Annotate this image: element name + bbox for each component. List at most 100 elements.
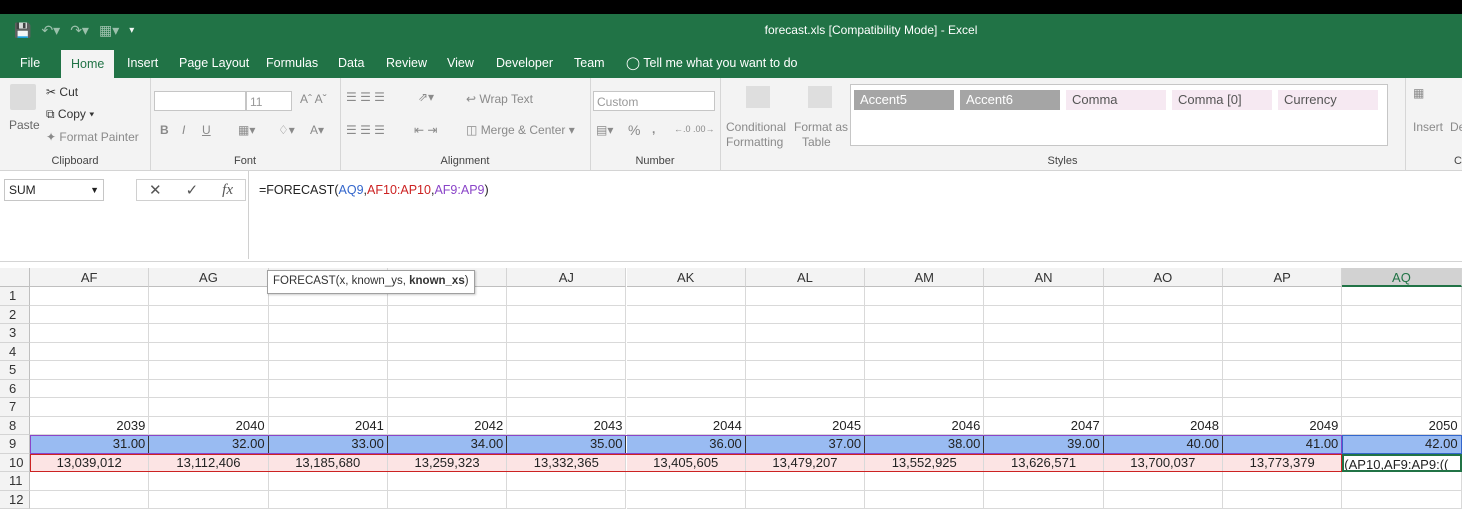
cell-am12[interactable] xyxy=(865,490,985,509)
cell-am5[interactable] xyxy=(865,361,985,380)
fill-color-icon[interactable]: ♢▾ xyxy=(278,123,295,137)
cell-ah8[interactable]: 2041 xyxy=(268,416,388,435)
cell-aj4[interactable] xyxy=(507,342,627,361)
cell-ap3[interactable] xyxy=(1223,324,1343,343)
cell-am8[interactable]: 2046 xyxy=(865,416,985,435)
cell-ai7[interactable] xyxy=(387,398,508,417)
delete-cells-button[interactable]: De xyxy=(1450,120,1462,134)
style-currency[interactable]: Currency xyxy=(1278,90,1378,110)
cell-ap9[interactable]: 41.00 xyxy=(1223,435,1343,454)
cell-ao5[interactable] xyxy=(1103,361,1223,380)
cell-aj10[interactable]: 13,332,365 xyxy=(507,453,627,472)
cell-an9[interactable]: 39.00 xyxy=(984,435,1104,454)
format-as-table-icon[interactable] xyxy=(808,86,832,108)
cell-ap1[interactable] xyxy=(1223,287,1343,306)
cell-ag2[interactable] xyxy=(149,305,269,324)
cell-ag11[interactable] xyxy=(149,472,269,491)
row-header-9[interactable]: 9 xyxy=(0,435,30,454)
cell-ag4[interactable] xyxy=(149,342,269,361)
cell-ai3[interactable] xyxy=(387,324,508,343)
cell-af8[interactable]: 2039 xyxy=(30,416,150,435)
cell-aj5[interactable] xyxy=(507,361,627,380)
cell-af6[interactable] xyxy=(30,379,150,398)
cell-af7[interactable] xyxy=(30,398,150,417)
cell-ah4[interactable] xyxy=(268,342,388,361)
cell-an5[interactable] xyxy=(984,361,1104,380)
tab-page-layout[interactable]: Page Layout xyxy=(179,48,249,78)
cell-al1[interactable] xyxy=(745,287,866,306)
tab-file[interactable]: File xyxy=(20,48,40,78)
cell-ag6[interactable] xyxy=(149,379,269,398)
cell-an7[interactable] xyxy=(984,398,1104,417)
cell-ak8[interactable]: 2044 xyxy=(626,416,746,435)
cell-am2[interactable] xyxy=(865,305,985,324)
column-header-al[interactable]: AL xyxy=(745,268,866,287)
cell-af2[interactable] xyxy=(30,305,150,324)
cell-an10[interactable]: 13,626,571 xyxy=(984,453,1104,472)
cell-an8[interactable]: 2047 xyxy=(984,416,1104,435)
cell-ag3[interactable] xyxy=(149,324,269,343)
cell-ag9[interactable]: 32.00 xyxy=(149,435,269,454)
cell-aq3[interactable] xyxy=(1342,324,1462,343)
cell-an1[interactable] xyxy=(984,287,1104,306)
accounting-icon[interactable]: ▤▾ xyxy=(596,123,613,137)
cell-ah10[interactable]: 13,185,680 xyxy=(268,453,388,472)
cell-ai10[interactable]: 13,259,323 xyxy=(387,453,508,472)
column-header-aq[interactable]: AQ xyxy=(1342,268,1462,287)
orientation-icon[interactable]: ⇗▾ xyxy=(418,90,434,104)
cell-af3[interactable] xyxy=(30,324,150,343)
cell-ap5[interactable] xyxy=(1223,361,1343,380)
cell-am7[interactable] xyxy=(865,398,985,417)
cell-ak6[interactable] xyxy=(626,379,746,398)
cell-am6[interactable] xyxy=(865,379,985,398)
tab-home[interactable]: Home xyxy=(61,50,115,78)
copy-button[interactable]: ⧉ Copy ▾ xyxy=(46,107,94,122)
style-accent5[interactable]: Accent5 xyxy=(854,90,954,110)
cell-ao6[interactable] xyxy=(1103,379,1223,398)
row-header-10[interactable]: 10 xyxy=(0,453,30,472)
cell-ap2[interactable] xyxy=(1223,305,1343,324)
cell-aq6[interactable] xyxy=(1342,379,1462,398)
cell-aq11[interactable] xyxy=(1342,472,1462,491)
cell-ao2[interactable] xyxy=(1103,305,1223,324)
cell-an4[interactable] xyxy=(984,342,1104,361)
cell-al7[interactable] xyxy=(745,398,866,417)
column-header-am[interactable]: AM xyxy=(865,268,985,287)
cell-ai12[interactable] xyxy=(387,490,508,509)
font-size-dropdown[interactable]: 11 xyxy=(246,91,292,111)
tab-review[interactable]: Review xyxy=(386,48,427,78)
percent-button[interactable]: % xyxy=(628,122,640,138)
cell-ak1[interactable] xyxy=(626,287,746,306)
cell-aj1[interactable] xyxy=(507,287,627,306)
cell-aj8[interactable]: 2043 xyxy=(507,416,627,435)
tab-view[interactable]: View xyxy=(447,48,474,78)
cell-ai8[interactable]: 2042 xyxy=(387,416,508,435)
row-header-4[interactable]: 4 xyxy=(0,342,30,361)
insert-cells-button[interactable]: Insert xyxy=(1413,120,1443,134)
column-header-ap[interactable]: AP xyxy=(1223,268,1343,287)
cell-af5[interactable] xyxy=(30,361,150,380)
cell-al2[interactable] xyxy=(745,305,866,324)
cut-button[interactable]: ✂ Cut xyxy=(46,85,78,99)
cell-aq12[interactable] xyxy=(1342,490,1462,509)
cell-ag10[interactable]: 13,112,406 xyxy=(149,453,269,472)
cell-aj9[interactable]: 35.00 xyxy=(507,435,627,454)
column-header-ag[interactable]: AG xyxy=(149,268,269,287)
cell-ak5[interactable] xyxy=(626,361,746,380)
cell-ap12[interactable] xyxy=(1223,490,1343,509)
column-header-ak[interactable]: AK xyxy=(626,268,746,287)
comma-button[interactable]: , xyxy=(652,122,655,136)
font-color-icon[interactable]: A▾ xyxy=(310,123,324,137)
cell-ao1[interactable] xyxy=(1103,287,1223,306)
cell-al6[interactable] xyxy=(745,379,866,398)
cell-ai9[interactable]: 34.00 xyxy=(387,435,508,454)
format-as-table-button[interactable]: Format as xyxy=(794,120,848,134)
cell-ao8[interactable]: 2048 xyxy=(1103,416,1223,435)
column-header-ao[interactable]: AO xyxy=(1103,268,1223,287)
cell-al9[interactable]: 37.00 xyxy=(745,435,866,454)
tab-data[interactable]: Data xyxy=(338,48,364,78)
cell-ak10[interactable]: 13,405,605 xyxy=(626,453,746,472)
cell-am4[interactable] xyxy=(865,342,985,361)
cell-al8[interactable]: 2045 xyxy=(745,416,866,435)
cell-ak2[interactable] xyxy=(626,305,746,324)
